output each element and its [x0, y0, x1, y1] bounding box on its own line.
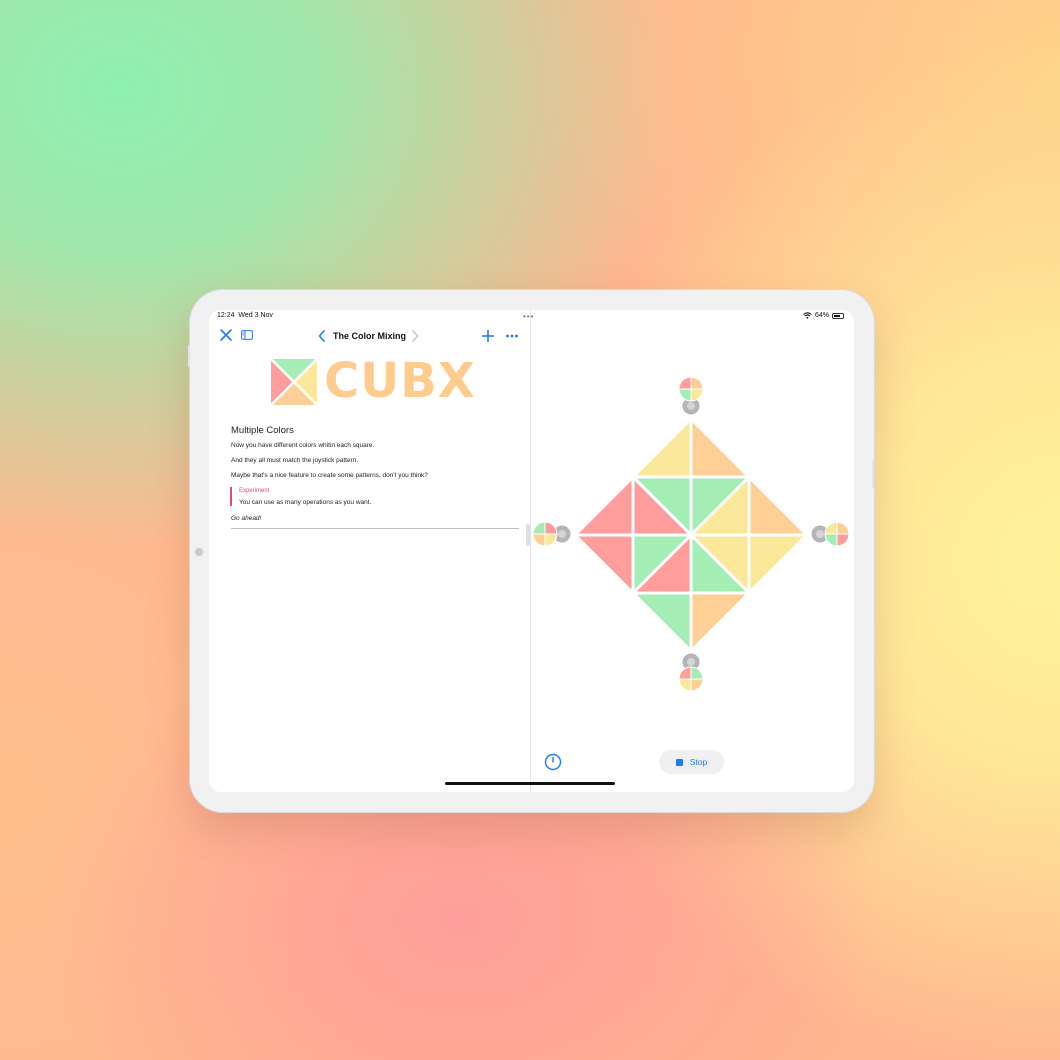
callout-title: Experiment — [239, 488, 270, 494]
puzzle-tile — [689, 591, 751, 653]
joystick-knob — [816, 530, 824, 538]
ipad-screen: 12:24 Wed 3 Nov ••• 64% The Color Mixing — [209, 310, 854, 792]
chevron-left-icon[interactable] — [317, 330, 327, 342]
joystick-pattern — [678, 666, 692, 680]
paragraph: Maybe that's a nice feature to create so… — [231, 472, 428, 479]
guide-pane: The Color Mixing CUBX Multiple Colors No… — [209, 310, 530, 792]
puzzle-tile — [631, 417, 693, 479]
page-title: The Color Mixing — [333, 331, 406, 341]
joystick-pattern — [836, 521, 850, 535]
joystick-pattern — [544, 521, 558, 535]
puzzle-board — [532, 376, 850, 692]
cubx-logo-icon — [271, 359, 317, 405]
ellipsis-icon[interactable] — [505, 332, 519, 340]
puzzle-tile — [631, 591, 693, 653]
chevron-right-icon[interactable] — [410, 330, 420, 342]
joystick-pattern — [532, 533, 546, 547]
logo-wordmark: CUBX — [324, 353, 476, 409]
joystick-knob — [687, 658, 695, 666]
joystick-pattern — [690, 666, 704, 680]
timer-icon[interactable] — [544, 753, 562, 771]
section-heading: Multiple Colors — [231, 425, 294, 436]
puzzle-tile — [747, 475, 809, 537]
joystick-pattern — [678, 376, 692, 390]
puzzle-tile — [689, 417, 751, 479]
puzzle-tile — [573, 533, 635, 595]
puzzle-tile — [747, 533, 809, 595]
stop-button[interactable]: Stop — [659, 750, 724, 774]
volume-button — [188, 345, 190, 367]
stop-icon — [675, 758, 683, 766]
joystick-pattern — [690, 388, 704, 402]
joystick-pattern — [690, 678, 704, 692]
joystick-pattern — [836, 533, 850, 547]
camera-dot — [195, 548, 203, 556]
joystick-pattern — [678, 678, 692, 692]
puzzle-tile — [573, 475, 635, 537]
callout-accent-bar — [230, 487, 232, 506]
joystick-pattern — [690, 376, 704, 390]
sidebar-icon[interactable] — [241, 330, 253, 340]
joystick-knob — [687, 402, 695, 410]
callout-text: You can use as many operations as you wa… — [239, 499, 372, 506]
joystick-pattern — [544, 533, 558, 547]
stop-label: Stop — [689, 757, 708, 767]
paragraph: And they all must match the joystick pat… — [231, 457, 359, 464]
split-resize-handle[interactable] — [526, 524, 530, 546]
joystick-pattern — [532, 521, 546, 535]
joystick-pattern — [824, 533, 838, 547]
live-view-pane: Stop — [531, 310, 854, 792]
plus-icon[interactable] — [481, 329, 495, 343]
paragraph: Now you have different colors whitin eac… — [231, 442, 375, 449]
joystick-knob — [558, 530, 566, 538]
divider-line — [231, 528, 519, 529]
joystick-pattern — [824, 521, 838, 535]
joystick-pattern — [678, 388, 692, 402]
closing-text: Go ahead! — [231, 515, 262, 522]
close-icon[interactable] — [219, 328, 233, 342]
power-button — [872, 460, 874, 488]
home-indicator[interactable] — [445, 782, 615, 785]
